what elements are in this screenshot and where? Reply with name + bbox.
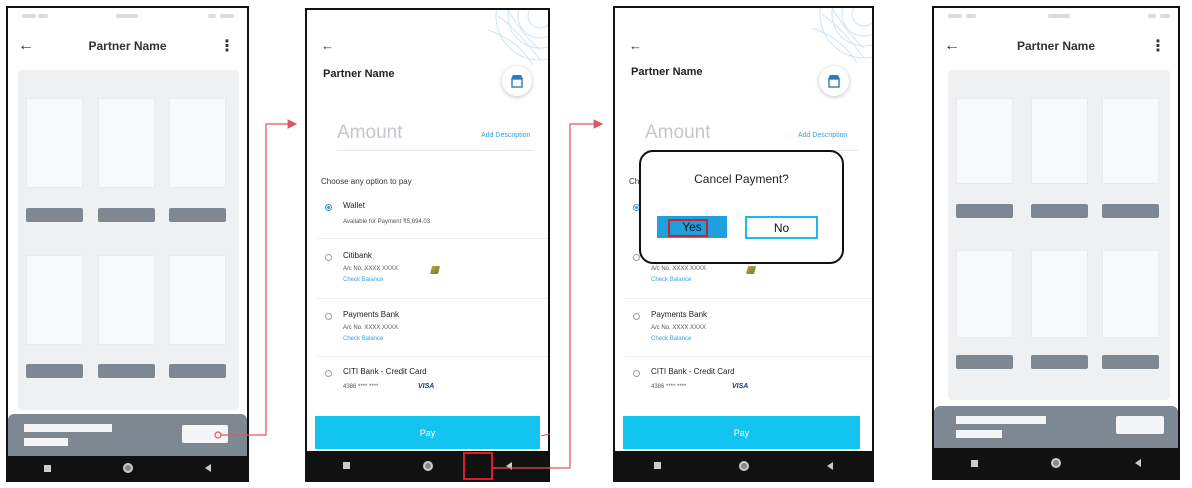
flow-connectors xyxy=(214,119,604,469)
connector-screen1-to-screen2 xyxy=(214,119,298,439)
connector-screen2-to-screen3 xyxy=(493,119,604,469)
